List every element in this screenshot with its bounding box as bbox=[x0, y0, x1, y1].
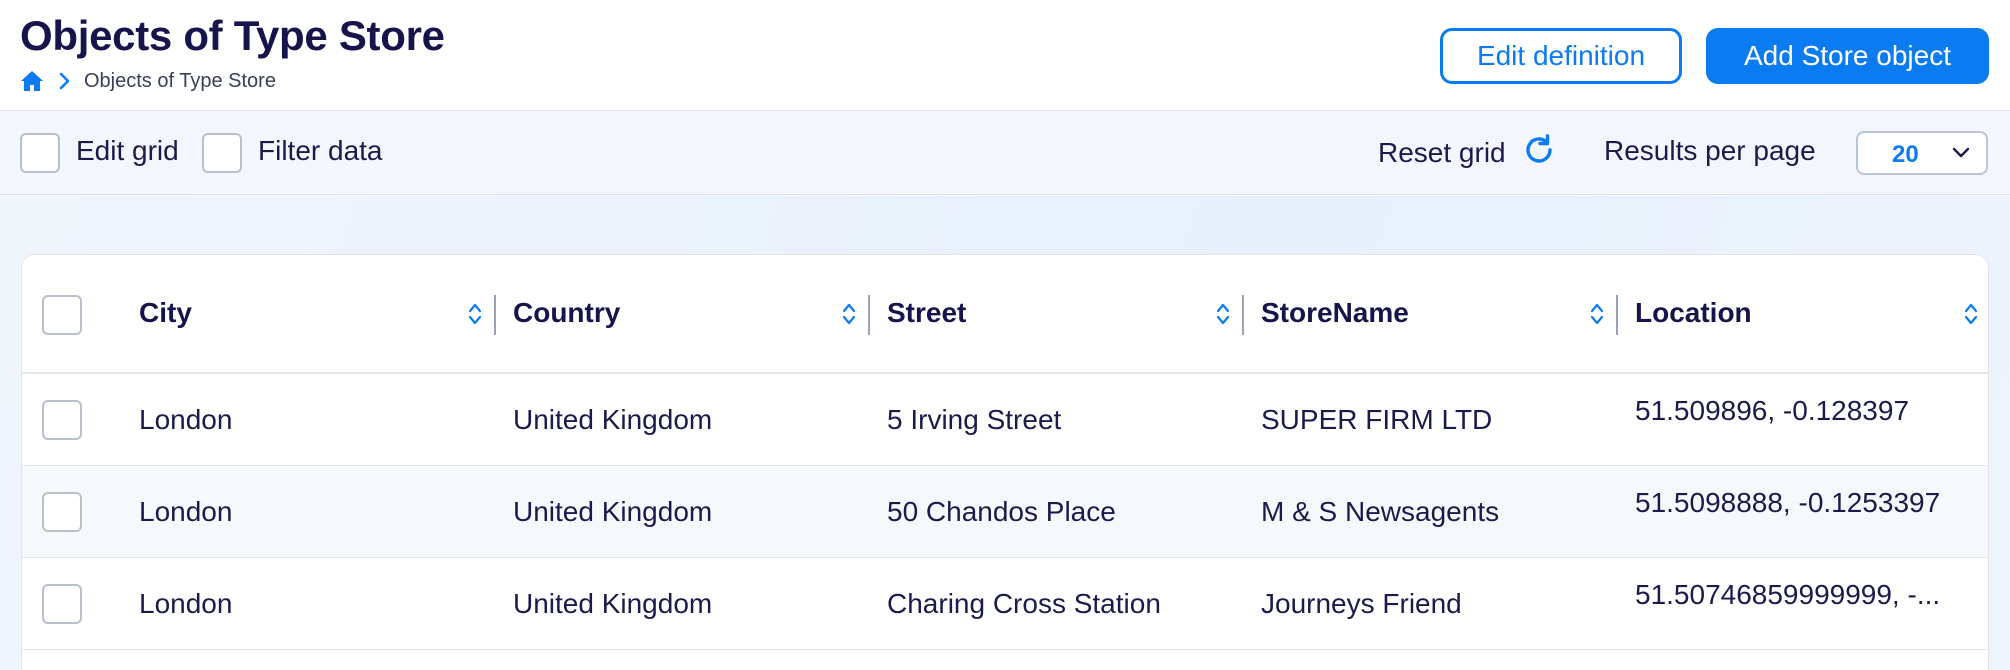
column-resize-handle[interactable] bbox=[1616, 295, 1618, 335]
column-header-country[interactable]: Country bbox=[513, 297, 620, 329]
row-checkbox[interactable] bbox=[42, 584, 82, 624]
edit-grid-label[interactable]: Edit grid bbox=[76, 135, 179, 167]
column-header-storename[interactable]: StoreName bbox=[1261, 297, 1409, 329]
edit-grid-checkbox[interactable] bbox=[20, 133, 60, 173]
reset-grid-label[interactable]: Reset grid bbox=[1378, 137, 1506, 169]
cell-street: Charing Cross Station bbox=[887, 588, 1161, 619]
column-resize-handle[interactable] bbox=[494, 295, 496, 335]
cell-country: United Kingdom bbox=[513, 588, 713, 619]
sort-icon[interactable] bbox=[1590, 302, 1604, 326]
grid-toolbar: Edit grid Filter data Reset grid Results… bbox=[0, 111, 2010, 195]
cell-city: London bbox=[139, 404, 233, 435]
column-header-location[interactable]: Location bbox=[1635, 297, 1752, 329]
row-checkbox[interactable] bbox=[42, 400, 82, 440]
results-per-page-value: 20 bbox=[1892, 141, 1919, 168]
column-resize-handle[interactable] bbox=[1242, 295, 1244, 335]
sort-icon[interactable] bbox=[842, 302, 856, 326]
cell-storename: SUPER FIRM LTD bbox=[1261, 404, 1493, 435]
refresh-icon[interactable] bbox=[1522, 133, 1556, 174]
column-resize-handle[interactable] bbox=[868, 295, 870, 335]
add-store-object-button[interactable]: Add Store object bbox=[1706, 28, 1989, 84]
cell-storename: Journeys Friend bbox=[1261, 588, 1462, 619]
filter-data-label[interactable]: Filter data bbox=[258, 135, 383, 167]
column-header-street[interactable]: Street bbox=[887, 297, 966, 329]
cell-city: London bbox=[139, 496, 233, 527]
table-header: City Country Street StoreName Location bbox=[22, 255, 1988, 374]
page-header: Objects of Type Store Objects of Type St… bbox=[0, 0, 2010, 111]
cell-location: 51.5098888, -0.1253397 bbox=[1635, 487, 1941, 518]
page-title: Objects of Type Store bbox=[20, 12, 445, 59]
cell-storename: M & S Newsagents bbox=[1261, 496, 1500, 527]
cell-street: 50 Chandos Place bbox=[887, 496, 1116, 527]
edit-definition-button[interactable]: Edit definition bbox=[1440, 28, 1682, 84]
table-row[interactable]: London United Kingdom Charing Cross Stat… bbox=[22, 558, 1988, 650]
breadcrumb: Objects of Type Store bbox=[20, 66, 276, 96]
sort-icon[interactable] bbox=[468, 302, 482, 326]
cell-country: United Kingdom bbox=[513, 496, 713, 527]
results-per-page-label: Results per page bbox=[1604, 135, 1816, 166]
row-checkbox[interactable] bbox=[42, 492, 82, 532]
cell-location: 51.509896, -0.128397 bbox=[1635, 395, 1910, 426]
results-per-page-select[interactable]: 20 bbox=[1856, 131, 1988, 175]
breadcrumb-current[interactable]: Objects of Type Store bbox=[84, 70, 276, 93]
sort-icon[interactable] bbox=[1964, 302, 1978, 326]
cell-location: 51.50746859999999, -... bbox=[1635, 579, 1941, 610]
table-row[interactable]: London United Kingdom 50 Chandos Place M… bbox=[22, 466, 1988, 558]
sort-icon[interactable] bbox=[1216, 302, 1230, 326]
filter-data-checkbox[interactable] bbox=[202, 133, 242, 173]
table-row[interactable]: London United Kingdom 5 Irving Street SU… bbox=[22, 374, 1988, 466]
data-grid: City Country Street StoreName Location L… bbox=[21, 254, 1989, 670]
home-icon[interactable] bbox=[20, 70, 44, 92]
reset-grid-button[interactable]: Reset grid bbox=[1378, 133, 1556, 173]
cell-country: United Kingdom bbox=[513, 404, 713, 435]
column-header-city[interactable]: City bbox=[139, 297, 192, 329]
select-all-checkbox[interactable] bbox=[42, 295, 82, 335]
cell-street: 5 Irving Street bbox=[887, 404, 1062, 435]
cell-city: London bbox=[139, 588, 233, 619]
chevron-right-icon bbox=[58, 72, 70, 90]
